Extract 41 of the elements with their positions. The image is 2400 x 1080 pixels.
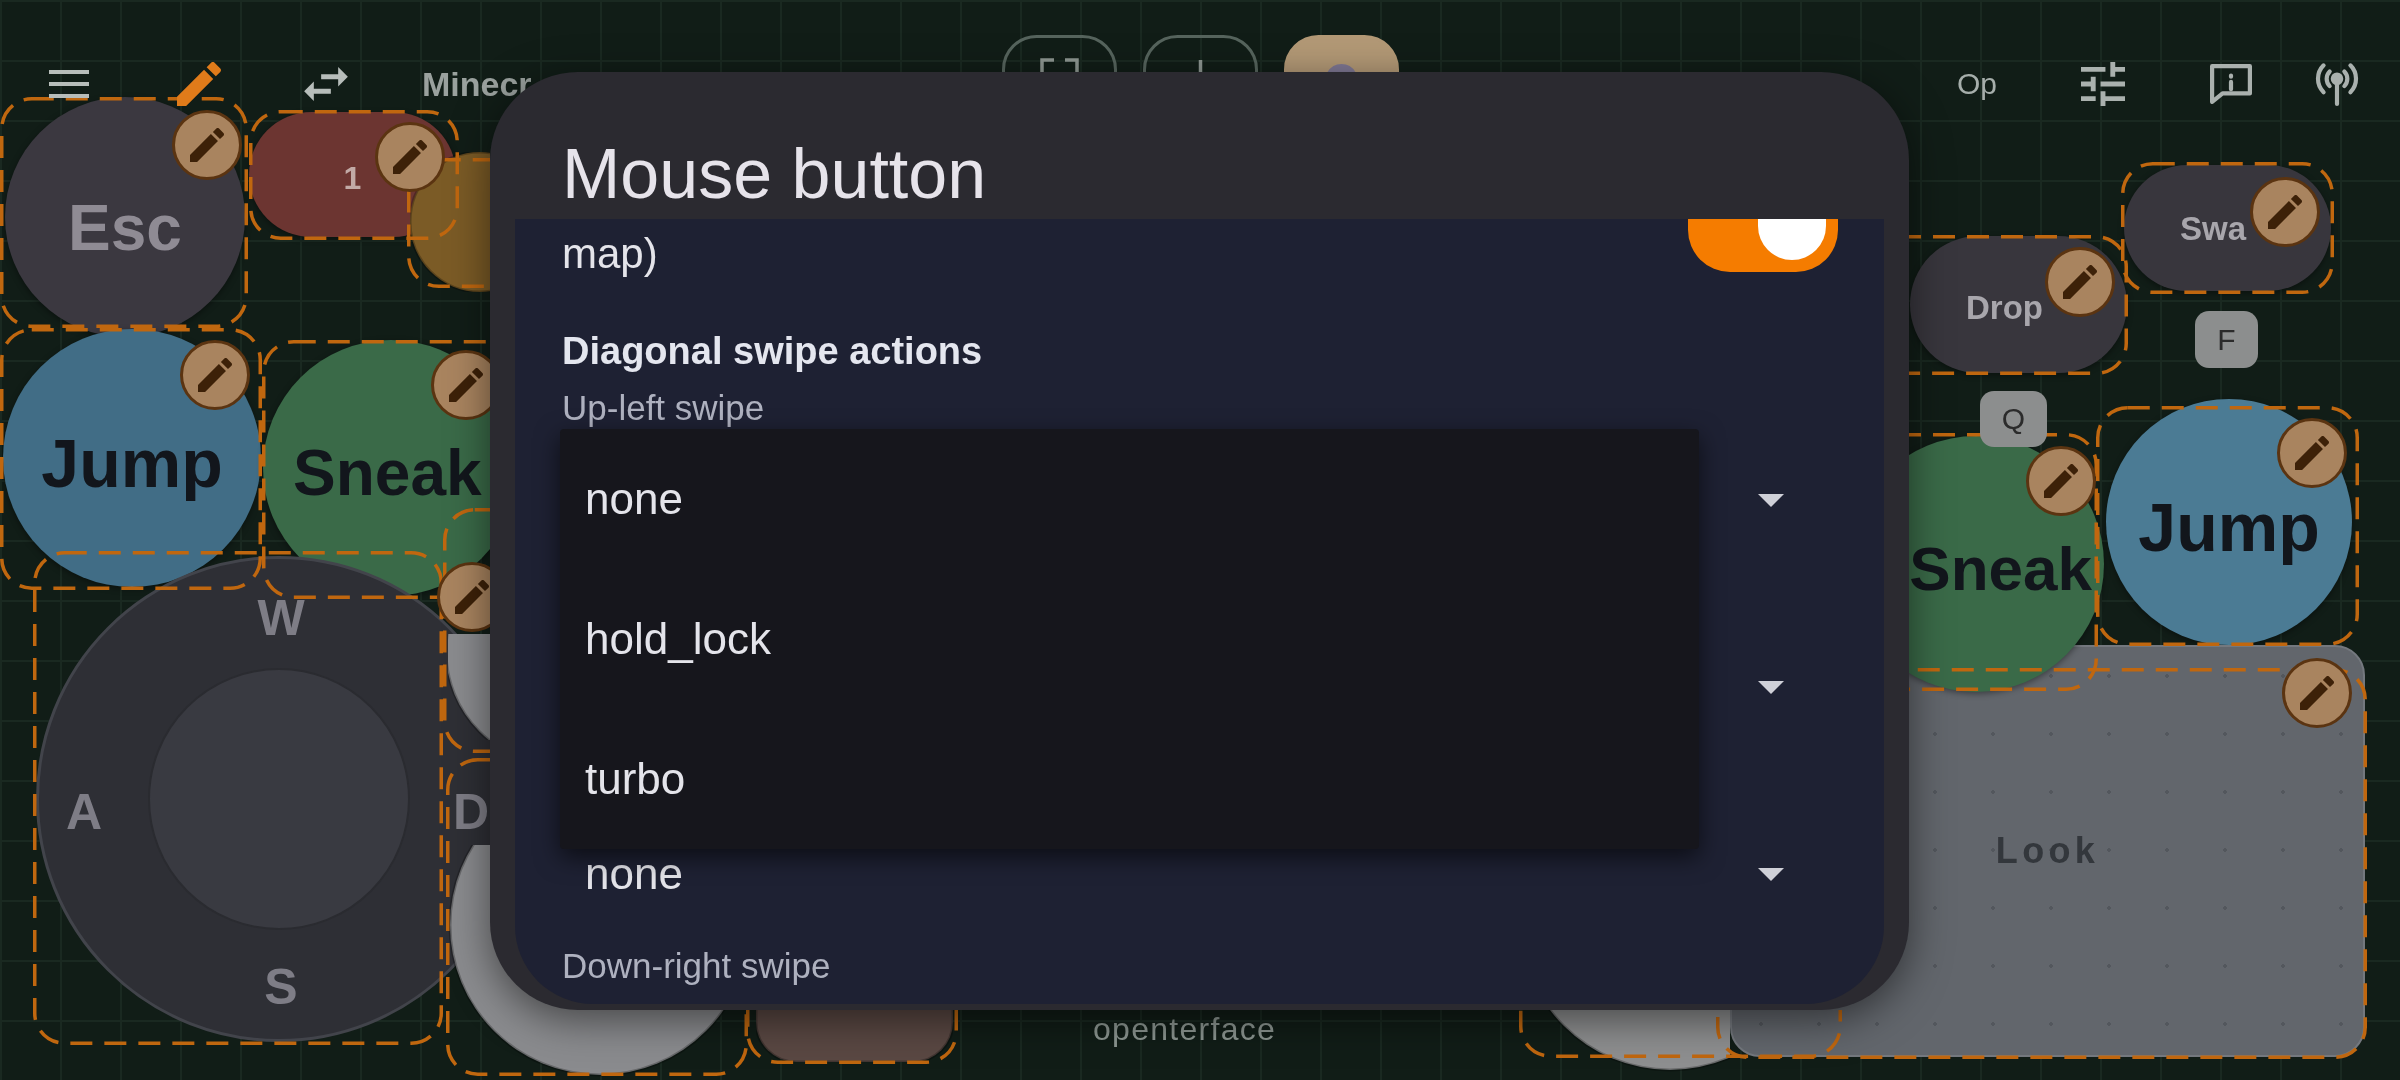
pencil-icon [2268,195,2302,229]
direction-label: S [264,962,298,1012]
pencil-icon [2044,464,2078,498]
direction-label: A [65,787,103,837]
pencil-icon [2300,676,2334,710]
dropdown-arrow-icon[interactable] [1758,493,1784,507]
toggle-switch[interactable] [1688,219,1838,272]
sliders-icon[interactable] [2081,62,2126,106]
menu-item[interactable]: none [560,429,1699,569]
menu-icon[interactable] [49,70,89,98]
pencil-icon [449,368,483,402]
section-title: Diagonal swipe actions [562,329,983,373]
key-hint: Q [1980,391,2047,447]
brand-logo: openterface [1093,1010,1277,1048]
direction-label: W [257,593,305,643]
dialog-title: Mouse button [562,139,987,209]
setting-label: map) [562,230,658,278]
menu-item[interactable]: turbo [560,709,1699,849]
window-title: Minecr [422,67,532,101]
dropdown-arrow-icon[interactable] [1758,680,1784,694]
mode-label[interactable]: Op [1957,69,1998,99]
field-label: Up-left swipe [562,387,765,429]
swap-arrows-icon[interactable] [304,67,348,101]
vertical-bar-icon [1198,60,1203,72]
pencil-icon [190,128,224,162]
corner-brackets-icon [1040,58,1079,72]
direction-label: D [453,787,490,837]
pencil-icon [198,358,232,392]
info-icon[interactable] [2210,64,2253,104]
key-hint: F [2195,311,2258,368]
pencil-icon [2295,436,2329,470]
round-button[interactable]: Jump [2106,399,2352,645]
pencil-icon [455,580,489,614]
pencil-icon [393,140,427,174]
antenna-icon[interactable] [2315,62,2360,106]
menu-item[interactable]: hold_lock [560,569,1699,709]
pencil-icon[interactable] [177,62,221,106]
field-label: Down-right swipe [562,945,831,987]
dropdown-arrow-icon [1758,867,1784,881]
pencil-icon [2063,265,2097,299]
toolbar-button[interactable] [1284,35,1399,72]
